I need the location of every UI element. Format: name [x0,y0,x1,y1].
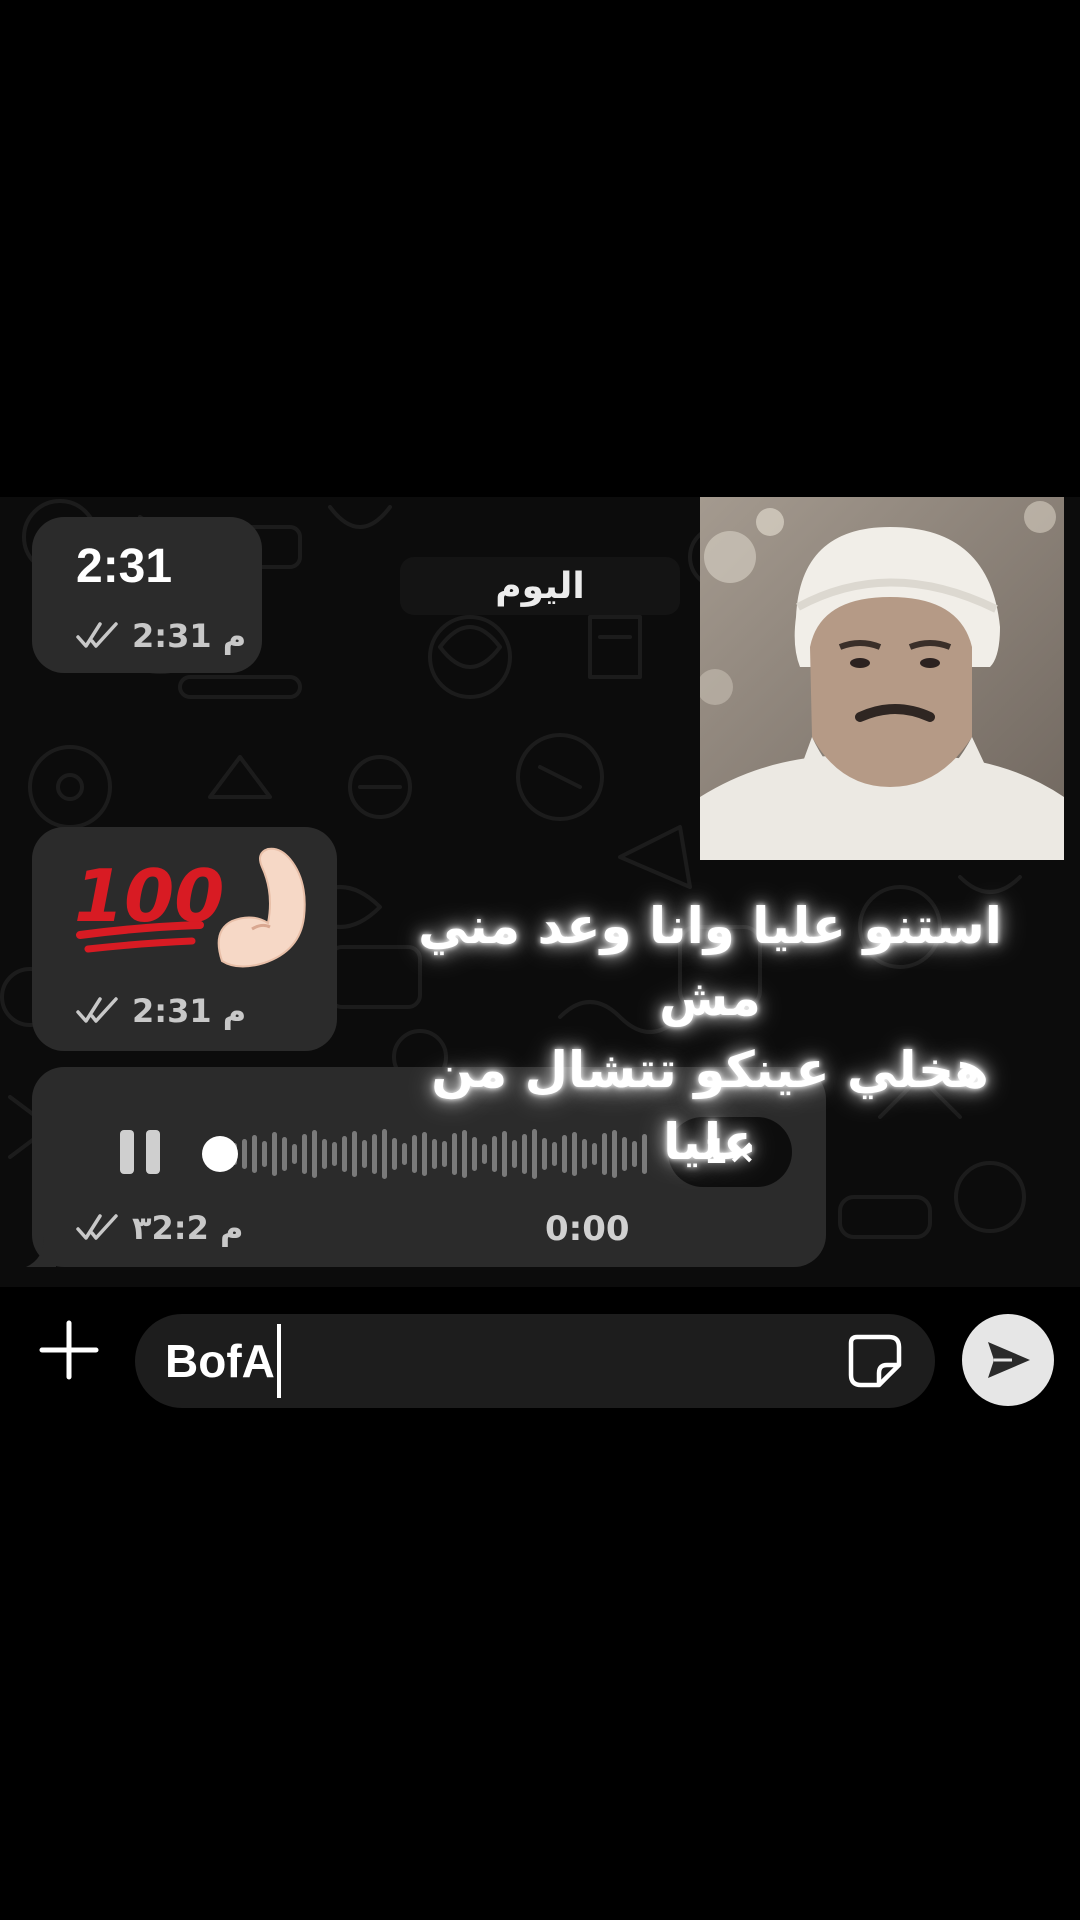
double-check-icon [76,1214,118,1240]
message-input-text-wrap: BofA [165,1314,281,1408]
sticker-icon[interactable] [845,1331,905,1391]
waveform-bar [302,1134,307,1174]
waveform-bar [352,1131,357,1177]
send-button[interactable] [962,1314,1054,1406]
date-label: اليوم [495,565,585,607]
person-photo [700,497,1064,860]
double-check-icon [76,622,118,648]
pinched-fingers-icon [217,847,306,968]
message-timestamp: ٣2:2 م [132,1209,244,1247]
hundred-points-icon: 100 [74,854,224,953]
caption-line-1: استنو عليا وانا وعد مني مش [418,897,1002,1027]
waveform-bar [362,1140,367,1168]
waveform-bar [252,1135,257,1173]
double-check-icon [76,997,118,1023]
message-meta: 2:31 م [76,992,246,1030]
waveform-bar [312,1130,317,1178]
voice-duration: 0:00 [545,1209,630,1249]
message-meta: ٣2:2 م [76,1209,243,1247]
send-icon [988,1342,1030,1378]
message-input-value: BofA [165,1335,275,1387]
message-composer: BofA [0,1287,1080,1422]
overlay-photo [700,497,1064,860]
message-meta: 2:31 م [76,617,246,655]
message-timestamp: 2:31 م [132,992,247,1030]
bubble-tail [26,1237,56,1267]
caption-line-2: هخلي عينكو تتشال من عليا [431,1041,989,1171]
playhead-knob[interactable] [202,1136,238,1172]
text-caret [276,1324,281,1398]
waveform-bar [322,1139,327,1169]
message-timestamp: 2:31 م [132,617,247,655]
plus-icon[interactable] [36,1317,102,1383]
message-text: 2:31 [76,540,173,593]
message-input[interactable]: BofA [135,1314,935,1408]
waveform-bar [242,1139,247,1169]
emoji-content: 100 [74,847,306,968]
waveform-bar [342,1136,347,1172]
pause-icon[interactable] [112,1124,172,1184]
message-bubble-time[interactable]: 2:31 2:31 م [32,517,262,673]
waveform-bar [292,1144,297,1164]
waveform-bar [372,1134,377,1174]
waveform-bar [262,1141,267,1167]
waveform-bar [282,1137,287,1171]
video-caption: استنو عليا وانا وعد مني مش هخلي عينكو تت… [380,890,1040,1178]
date-separator: اليوم [400,557,680,615]
waveform-bar [272,1132,277,1176]
waveform-bar [332,1142,337,1166]
message-bubble-emoji[interactable]: 100 2:31 م [32,827,337,1051]
